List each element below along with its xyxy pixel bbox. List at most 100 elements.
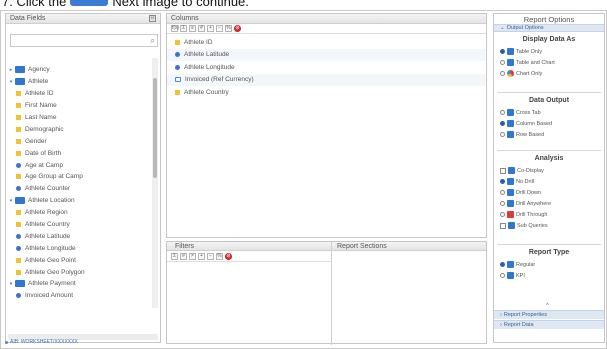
remove-icon[interactable]: ⊘ (234, 25, 241, 32)
dimension-icon (16, 257, 21, 263)
scroll-thumb[interactable] (153, 78, 157, 178)
tree-item-label: Demographic (25, 125, 64, 133)
tree-field[interactable]: Age at Camp (8, 159, 150, 171)
collapse-icon[interactable]: ▾ (8, 281, 14, 287)
output-options-bar[interactable]: ⌄ Output Options (494, 24, 604, 32)
tree-field[interactable]: Athlete Country (8, 219, 150, 231)
caption-prefix: 7. Click the (2, 0, 67, 9)
tree-field[interactable]: Athlete Latitude (8, 230, 150, 242)
option-radio[interactable] (500, 132, 505, 137)
option-row[interactable]: Drill Through (494, 209, 604, 220)
toolbar-button[interactable]: Σ (180, 25, 187, 32)
tree-folder[interactable]: ▾ Athlete Location (8, 195, 150, 207)
toolbar-button[interactable]: f(x) (171, 25, 179, 32)
search-field[interactable]: ⌕ (10, 34, 158, 47)
tree-folder[interactable]: ▾ Athlete (8, 76, 150, 88)
toolbar-button[interactable]: # (198, 25, 205, 32)
tree-item-label: Athlete Location (28, 197, 75, 205)
dimension-icon (16, 150, 21, 156)
option-radio[interactable] (500, 190, 505, 195)
option-row[interactable]: Chart Only (494, 68, 604, 79)
option-row[interactable]: Row Based (494, 129, 604, 140)
expand-icon[interactable]: ▸ (8, 67, 14, 73)
grid-icon (507, 131, 514, 138)
toolbar-button[interactable]: + (198, 253, 205, 260)
option-row[interactable]: Table Only (494, 46, 604, 57)
tree-field[interactable]: Date of Birth (8, 147, 150, 159)
tree-field[interactable]: Gender (8, 135, 150, 147)
option-radio[interactable] (500, 262, 505, 267)
column-item[interactable]: Invoiced (Ref Currency) (167, 73, 486, 86)
option-row[interactable]: Cross Tab (494, 107, 604, 118)
tree-field[interactable]: Demographic (8, 123, 150, 135)
option-checkbox[interactable] (500, 222, 506, 229)
tree-field[interactable]: Athlete Geo Polygon (8, 266, 150, 278)
option-radio[interactable] (500, 212, 505, 217)
toolbar-button[interactable]: − (216, 25, 223, 32)
tree-field[interactable]: Athlete Longitude (8, 242, 150, 254)
tree-item-label: Athlete (28, 78, 49, 86)
tree-field[interactable]: First Name (8, 100, 150, 112)
tree-field[interactable]: Athlete Counter (8, 183, 150, 195)
option-label: Table and Chart (516, 59, 555, 66)
search-icon[interactable]: ⌕ (151, 36, 155, 46)
tree-field[interactable]: Last Name (8, 112, 150, 124)
tree-field[interactable]: Age Group at Camp (8, 171, 150, 183)
option-row[interactable]: Drill Down (494, 187, 604, 198)
tree-item-label: Athlete ID (25, 90, 54, 98)
option-row[interactable]: Drill Anywhere (494, 198, 604, 209)
option-radio[interactable] (500, 179, 505, 184)
option-row[interactable]: Co-Display (494, 165, 604, 176)
option-row[interactable]: Column Based (494, 118, 604, 129)
folder-icon (15, 78, 25, 86)
toolbar-button[interactable]: # (180, 253, 187, 260)
option-row[interactable]: Table and Chart (494, 57, 604, 68)
option-row[interactable]: Sub Queries (494, 220, 604, 231)
collapse-panel-icon[interactable]: ⊟ (149, 15, 156, 22)
data-fields-title: Data Fields (10, 15, 46, 22)
collapse-icon[interactable]: ▾ (8, 198, 14, 204)
analysis-title: Analysis (534, 155, 564, 162)
report-data-bar[interactable]: › Report Data (494, 320, 604, 329)
status-text: AIB: WORKSHEET/XXXXXXX (10, 339, 78, 345)
chevron-up-icon[interactable]: ^ (546, 303, 549, 309)
column-item[interactable]: Athlete ID (167, 36, 486, 49)
toolbar-button[interactable]: Σ (171, 253, 178, 260)
option-checkbox[interactable] (500, 167, 506, 174)
tree-field[interactable]: Athlete Geo Point (8, 254, 150, 266)
option-radio[interactable] (500, 71, 505, 76)
tree-field[interactable]: Invoiced Amount (8, 290, 150, 302)
collapse-icon[interactable]: ▾ (8, 79, 14, 85)
column-item[interactable]: Athlete Longitude (167, 61, 486, 74)
toolbar-button[interactable]: % (225, 25, 232, 32)
option-radio[interactable] (500, 201, 505, 206)
report-type-title: Report Type (528, 249, 570, 256)
option-row[interactable]: Regular (494, 259, 604, 270)
toolbar-button[interactable]: ≠ (189, 253, 196, 260)
tree-field[interactable]: Athlete Region (8, 207, 150, 219)
column-item[interactable]: Athlete Latitude (167, 48, 486, 61)
tree-field[interactable]: Athlete ID (8, 88, 150, 100)
remove-icon[interactable]: ⊘ (225, 253, 232, 260)
data-output-title: Data Output (528, 97, 570, 104)
option-radio[interactable] (500, 60, 505, 65)
column-item[interactable]: Athlete Country (167, 86, 486, 99)
tree-folder[interactable]: ▾ Athlete Payment (8, 278, 150, 290)
option-radio[interactable] (500, 121, 505, 126)
option-row[interactable]: No Drill (494, 176, 604, 187)
toolbar-button[interactable]: ≡ (189, 25, 196, 32)
vertical-scrollbar[interactable] (152, 58, 158, 308)
analysis-icon (508, 167, 515, 174)
toolbar-button[interactable]: − (207, 253, 214, 260)
report-properties-bar[interactable]: › Report Properties (494, 310, 604, 319)
option-radio[interactable] (500, 49, 505, 54)
toolbar-button[interactable]: % (216, 253, 223, 260)
tree-folder[interactable]: ▸ Agency (8, 64, 150, 76)
option-radio[interactable] (500, 273, 505, 278)
filters-header: Filters Report Sections (167, 242, 486, 251)
option-radio[interactable] (500, 110, 505, 115)
report-type-icon (507, 261, 514, 268)
toolbar-button[interactable]: + (207, 25, 214, 32)
dimension-icon (16, 126, 21, 132)
option-row[interactable]: KPI (494, 270, 604, 281)
